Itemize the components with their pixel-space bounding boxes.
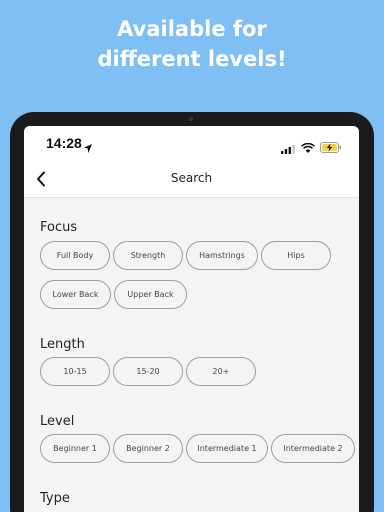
filter-chip-upper-back[interactable]: Upper Back [114, 280, 187, 309]
promo-line-2: different levels! [97, 47, 287, 71]
section-title-length: Length [40, 337, 85, 352]
section-title-focus: Focus [40, 220, 78, 235]
page-title: Search [170, 171, 213, 185]
app-screen: 14:28 Search Focus Full Body Strength Ha… [24, 126, 359, 512]
navigation-bar: Search [24, 160, 359, 198]
cellular-signal-icon [281, 139, 295, 158]
filter-chip-lower-back[interactable]: Lower Back [40, 280, 111, 309]
filter-chip-beginner-2[interactable]: Beginner 2 [113, 434, 183, 463]
filter-chip-beginner-1[interactable]: Beginner 1 [40, 434, 110, 463]
promo-line-1: Available for [117, 17, 267, 41]
location-arrow-icon [84, 138, 92, 157]
filter-chip-strength[interactable]: Strength [113, 241, 183, 270]
status-bar: 14:28 [24, 126, 359, 160]
promo-headline: Available for different levels! [0, 14, 384, 74]
filter-chip-intermediate-2[interactable]: Intermediate 2 [271, 434, 355, 463]
filter-chip-intermediate-1[interactable]: Intermediate 1 [186, 434, 268, 463]
status-time: 14:28 [46, 135, 82, 151]
filter-chip-20-plus[interactable]: 20+ [186, 357, 256, 386]
filter-chip-15-20[interactable]: 15-20 [113, 357, 183, 386]
camera-dot [189, 117, 193, 121]
battery-charging-icon [320, 138, 342, 157]
filter-chip-10-15[interactable]: 10-15 [40, 357, 110, 386]
section-title-level: Level [40, 414, 75, 429]
section-title-type: Type [40, 491, 70, 506]
filter-chip-hips[interactable]: Hips [261, 241, 331, 270]
wifi-icon [301, 138, 315, 157]
filter-chip-full-body[interactable]: Full Body [40, 241, 110, 270]
filter-chip-hamstrings[interactable]: Hamstrings [186, 241, 258, 270]
